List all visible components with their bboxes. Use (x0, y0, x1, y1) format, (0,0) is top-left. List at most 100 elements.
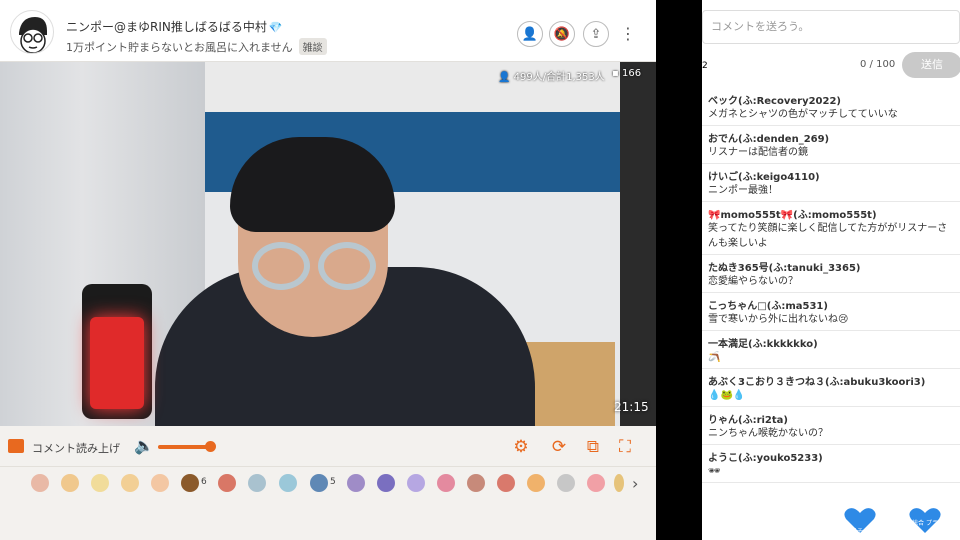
comment-item[interactable]: ベック(ふ:Recovery2022) メガネとシャツの色がマッチしてていいな (702, 88, 960, 126)
player-controls: コメント読み上げ 🔈 ⚙ ⟳ ⧉ ⛶ (0, 428, 656, 466)
channel-name-text: ニンポー@まゆRIN推しばるばる中村 (66, 20, 267, 34)
char-counter: 0 / 100 (860, 59, 896, 70)
channel-name[interactable]: ニンポー@まゆRIN推しばるばる中村 💎 (66, 18, 283, 35)
share-button[interactable]: ⇪ (583, 21, 609, 47)
gift-item[interactable] (614, 474, 624, 492)
stream-panel: ニンポー@まゆRIN推しばるばる中村 💎 1万ポイント貯まらないとお風呂に入れませ… (0, 0, 656, 540)
comment-text: 💧🐸💧 (708, 390, 746, 401)
comment-author[interactable]: ベック(ふ:Recovery2022) (708, 92, 954, 107)
comment-item[interactable]: こっちゃん□(ふ:ma531) 雪で寒いから外に出れないね😢 (702, 293, 960, 331)
comment-count: ▪ 166 (612, 68, 641, 79)
comment-text: 🪃 (708, 352, 721, 363)
platinum-badge[interactable]: プラチナ C (842, 505, 878, 535)
heart-icon: 後半総合 プラチナ (900, 508, 950, 533)
gift-item[interactable] (61, 474, 79, 492)
volume-slider[interactable] (158, 445, 210, 449)
gift-item[interactable] (377, 474, 395, 492)
read-aloud-icon[interactable] (8, 439, 24, 453)
bell-off-icon: 🔕 (553, 26, 571, 42)
gift-item[interactable] (587, 474, 605, 492)
video-mic-light (90, 317, 144, 409)
gift-count: 5 (330, 477, 336, 487)
stream-title: 1万ポイント貯まらないとお風呂に入れません 雑談 (66, 38, 327, 55)
comment-text: 雪で寒いから外に出れないね😢 (708, 314, 849, 325)
comment-count-text: 166 (621, 68, 642, 79)
settings-icon[interactable]: ⚙ (510, 436, 532, 458)
comment-list[interactable]: ベック(ふ:Recovery2022) メガネとシャツの色がマッチしてていいな … (702, 88, 960, 483)
video-background-door (620, 62, 656, 426)
fullscreen-icon[interactable]: ⛶ (614, 436, 636, 458)
chevron-right-icon[interactable]: › (632, 474, 638, 493)
comment-author[interactable]: おでん(ふ:denden_269) (708, 130, 954, 145)
heart-icon: プラチナ C (844, 508, 876, 535)
comment-item[interactable]: けいご(ふ:keigo4110) ニンポー最強！ (702, 164, 960, 202)
avatar[interactable] (10, 10, 54, 54)
comment-author[interactable]: りゃん(ふ:ri2ta) (708, 411, 954, 426)
category-tag[interactable]: 雑談 (298, 38, 327, 55)
elapsed-time: 21:15 (614, 400, 649, 414)
comment-icon: ▪ (612, 68, 619, 79)
share-icon: ⇪ (590, 26, 602, 42)
channel-header: ニンポー@まゆRIN推しばるばる中村 💎 1万ポイント貯まらないとお風呂に入れませ… (0, 0, 656, 62)
comment-author[interactable]: けいご(ふ:keigo4110) (708, 168, 954, 183)
comment-text: ニンポー最強！ (708, 185, 778, 196)
badge-label-a: プラチナ C (845, 528, 875, 535)
gift-item[interactable] (437, 474, 455, 492)
comment-author[interactable]: 一本満足(ふ:kkkkkko) (708, 335, 954, 350)
more-menu-icon[interactable]: ⋮ (620, 24, 636, 44)
comment-text: ニンちゃん喉乾かないの？ (708, 428, 828, 439)
gift-item[interactable] (407, 474, 425, 492)
badge-label-b: 後半総合 プラチナ (907, 519, 943, 527)
gift-count: 6 (201, 477, 207, 487)
comment-item[interactable]: あぶく3こおり３きつね３(ふ:abuku3koori3) 💧🐸💧 (702, 369, 960, 407)
gift-item[interactable] (310, 474, 328, 492)
comment-item[interactable]: ようこ(ふ:youko5233) 🕶 (702, 445, 960, 483)
edge-number: 2 (702, 61, 708, 71)
comment-text: 恋愛編やらないの？ (708, 276, 798, 287)
comment-author[interactable]: ようこ(ふ:youko5233) (708, 449, 954, 464)
comment-author[interactable]: こっちゃん□(ふ:ma531) (708, 297, 954, 312)
volume-slider-handle[interactable] (205, 441, 216, 452)
gift-item[interactable] (218, 474, 236, 492)
video-glasses-right (318, 242, 376, 290)
comment-author[interactable]: あぶく3こおり３きつね３(ふ:abuku3koori3) (708, 373, 954, 388)
comment-text: メガネとシャツの色がマッチしてていいな (708, 109, 898, 120)
comment-author[interactable]: 🎀momo555t🎀(ふ:momo555t) (708, 206, 954, 221)
chat-panel: コメントを送ろう。 0 / 100 送信 ベック(ふ:Recovery2022)… (702, 0, 960, 540)
gift-bar: 6 5 › (0, 466, 656, 500)
ranking-badge[interactable]: 後半総合 プラチナ (900, 505, 950, 535)
video-glasses-left (252, 242, 310, 290)
popout-icon[interactable]: ⧉ (582, 436, 604, 458)
gift-item[interactable] (151, 474, 169, 492)
diamond-icon: 💎 (268, 21, 283, 34)
gift-item[interactable] (91, 474, 109, 492)
gift-item[interactable] (347, 474, 365, 492)
gift-item[interactable] (121, 474, 139, 492)
gift-item[interactable] (31, 474, 49, 492)
comment-item[interactable]: 一本満足(ふ:kkkkkko) 🪃 (702, 331, 960, 369)
follow-button[interactable]: 👤 (517, 21, 543, 47)
video-player[interactable]: 👤 499人/合計1,353人 ▪ 166 21:15 (0, 62, 656, 426)
read-aloud-label[interactable]: コメント読み上げ (32, 440, 120, 456)
comment-text: 🕶 (708, 466, 721, 477)
comment-item[interactable]: おでん(ふ:denden_269) リスナーは配信者の鏡 (702, 126, 960, 164)
gift-item[interactable] (181, 474, 199, 492)
comment-item[interactable]: 🎀momo555t🎀(ふ:momo555t) 笑ってたり笑顔に楽しく配信してた方… (702, 202, 960, 255)
user-icon: 👤 (498, 72, 511, 83)
comment-input[interactable]: コメントを送ろう。 (702, 10, 960, 44)
rotate-icon[interactable]: ⟳ (548, 436, 570, 458)
comment-author[interactable]: たぬき365号(ふ:tanuki_3365) (708, 259, 954, 274)
gift-item[interactable] (248, 474, 266, 492)
volume-icon[interactable]: 🔈 (134, 436, 154, 455)
viewer-count-text: 499人/合計1,353人 (513, 72, 605, 83)
stream-title-text: 1万ポイント貯まらないとお風呂に入れません (66, 41, 293, 54)
comment-item[interactable]: りゃん(ふ:ri2ta) ニンちゃん喉乾かないの？ (702, 407, 960, 445)
comment-item[interactable]: たぬき365号(ふ:tanuki_3365) 恋愛編やらないの？ (702, 255, 960, 293)
gift-item[interactable] (467, 474, 485, 492)
gift-item[interactable] (279, 474, 297, 492)
gift-item[interactable] (527, 474, 545, 492)
notification-button[interactable]: 🔕 (549, 21, 575, 47)
send-button[interactable]: 送信 (902, 52, 960, 78)
gift-item[interactable] (557, 474, 575, 492)
gift-item[interactable] (497, 474, 515, 492)
